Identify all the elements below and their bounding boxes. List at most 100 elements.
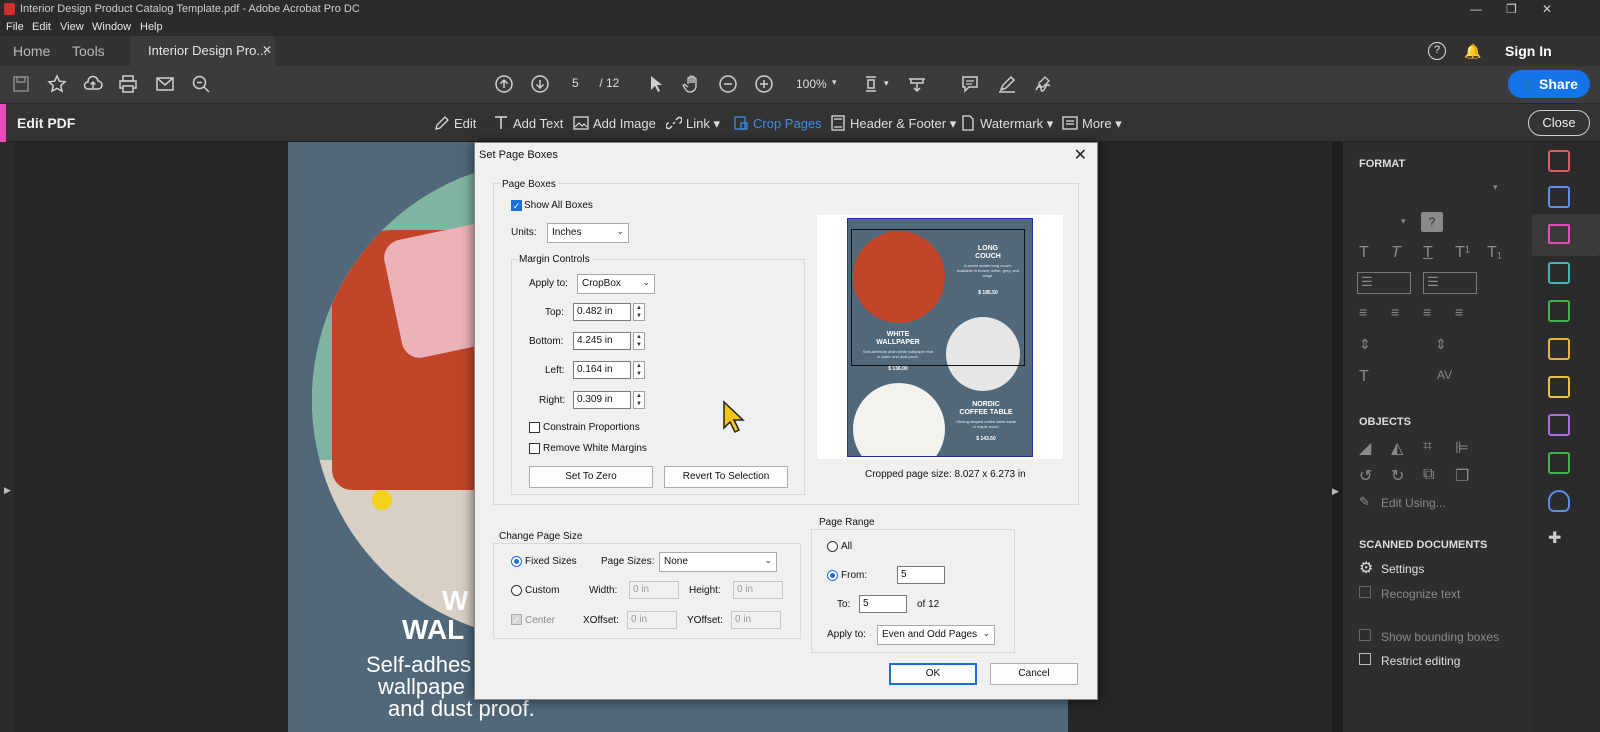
menu-file[interactable]: File [6, 21, 24, 33]
combine-files-icon[interactable] [1548, 186, 1570, 208]
star-icon[interactable] [46, 74, 68, 96]
restore-icon[interactable]: ❐ [1506, 2, 1517, 16]
select-arrow-icon[interactable] [645, 74, 667, 96]
create-pdf-icon[interactable] [1548, 150, 1570, 172]
remove-white-margins-label: Remove White Margins [543, 443, 647, 454]
fixed-sizes-radio[interactable] [511, 556, 522, 567]
more-button[interactable]: More ▾ [1062, 115, 1122, 132]
page-view-icon[interactable] [862, 74, 884, 96]
page-view-chevron-icon[interactable]: ▾ [884, 78, 889, 89]
add-text-button[interactable]: Add Text [493, 115, 563, 131]
page-sizes-select[interactable]: None ⌄ [659, 552, 777, 572]
left-margin-stepper[interactable]: ▲ ▼ [633, 361, 645, 379]
ok-button[interactable]: OK [889, 663, 977, 685]
xoffset-input[interactable]: 0 in [627, 611, 677, 629]
tab-document[interactable]: Interior Design Pro... ✕ [130, 36, 275, 66]
menu-help[interactable]: Help [140, 21, 163, 33]
close-window-icon[interactable]: ✕ [1542, 2, 1552, 16]
remove-white-margins-checkbox[interactable] [529, 443, 540, 454]
show-all-boxes-checkbox[interactable]: ✓ [511, 200, 522, 211]
chevron-down-icon[interactable]: ▾ [832, 77, 837, 88]
export-pdf-icon[interactable] [1548, 262, 1570, 284]
revert-to-selection-button[interactable]: Revert To Selection [664, 466, 788, 488]
zoom-level-dropdown[interactable]: 100% [796, 77, 827, 91]
constrain-proportions-checkbox[interactable] [529, 422, 540, 433]
top-margin-stepper[interactable]: ▲ ▼ [633, 303, 645, 321]
edit-pdf-tool-active[interactable] [1532, 214, 1600, 256]
left-panel-collapsed[interactable]: ▶ [0, 142, 14, 732]
width-input[interactable]: 0 in [629, 581, 679, 599]
range-apply-to-select[interactable]: Even and Odd Pages ⌄ [877, 625, 995, 645]
email-icon[interactable] [154, 74, 176, 96]
units-select[interactable]: Inches ⌄ [547, 223, 629, 243]
restrict-editing-checkbox[interactable] [1359, 653, 1371, 665]
font-dropdown-chevron-icon[interactable]: ▾ [1493, 182, 1498, 193]
tab-home[interactable]: Home [13, 43, 50, 59]
organize-pages-icon[interactable] [1548, 300, 1570, 322]
expand-left-icon[interactable]: ▶ [4, 485, 11, 496]
hand-tool-icon[interactable] [681, 74, 703, 96]
comment-tool-icon[interactable] [1548, 376, 1570, 398]
bottom-margin-input[interactable]: 4.245 in [573, 332, 631, 350]
more-tools-wrench-icon[interactable]: ✚ [1548, 528, 1570, 550]
add-image-button[interactable]: Add Image [573, 115, 656, 131]
close-edit-button[interactable]: Close [1528, 110, 1590, 136]
to-page-input[interactable]: 5 [859, 595, 907, 613]
collapse-right-panel-icon[interactable]: ▶ [1332, 486, 1339, 497]
left-margin-input[interactable]: 0.164 in [573, 361, 631, 379]
from-pages-radio[interactable] [827, 570, 838, 581]
edit-pdf-icon [1548, 224, 1570, 244]
page-current-input[interactable]: 5 [572, 76, 584, 90]
right-margin-stepper[interactable]: ▲ ▼ [633, 391, 645, 409]
zoom-out-icon[interactable] [717, 74, 739, 96]
scan-ocr-icon[interactable] [1548, 452, 1570, 474]
yoffset-input[interactable]: 0 in [731, 611, 781, 629]
sign-icon[interactable] [1032, 74, 1054, 96]
document-scrollbar[interactable] [1332, 142, 1342, 732]
menu-window[interactable]: Window [92, 21, 131, 33]
protect-shield-icon[interactable] [1548, 490, 1570, 512]
next-page-icon[interactable] [529, 74, 551, 96]
from-page-input[interactable]: 5 [897, 566, 945, 584]
bottom-margin-stepper[interactable]: ▲ ▼ [633, 332, 645, 350]
top-margin-input[interactable]: 0.482 in [573, 303, 631, 321]
link-button[interactable]: Link ▾ [666, 115, 720, 132]
previous-page-icon[interactable] [493, 74, 515, 96]
cancel-button[interactable]: Cancel [990, 663, 1078, 685]
font-size-chevron-icon[interactable]: ▾ [1401, 216, 1406, 227]
crop-pages-button[interactable]: Crop Pages [733, 115, 822, 131]
notification-bell-icon[interactable]: 🔔 [1464, 43, 1481, 60]
request-signature-icon[interactable] [1548, 338, 1570, 360]
show-bounding-boxes-checkbox[interactable] [1359, 629, 1371, 641]
print-icon[interactable] [117, 74, 139, 96]
share-button[interactable]: 👤 Share [1508, 70, 1590, 98]
search-zoom-icon[interactable] [190, 74, 212, 96]
close-tab-icon[interactable]: ✕ [262, 43, 272, 57]
comment-icon[interactable] [959, 74, 981, 96]
set-to-zero-button[interactable]: Set To Zero [529, 466, 653, 488]
edit-text-button[interactable]: Edit [434, 115, 476, 131]
menu-edit[interactable]: Edit [32, 21, 51, 33]
scroll-mode-icon[interactable] [906, 74, 928, 96]
save-icon[interactable] [10, 74, 32, 96]
right-margin-input[interactable]: 0.309 in [573, 391, 631, 409]
fill-sign-icon[interactable] [1548, 414, 1570, 436]
minimize-icon[interactable]: — [1470, 2, 1482, 16]
sign-in-link[interactable]: Sign In [1505, 43, 1552, 59]
menu-view[interactable]: View [60, 21, 84, 33]
apply-to-select[interactable]: CropBox ⌄ [577, 274, 655, 294]
upload-cloud-icon[interactable] [82, 74, 104, 96]
watermark-button[interactable]: Watermark ▾ [960, 115, 1053, 132]
help-icon[interactable]: ? [1428, 42, 1446, 60]
all-pages-radio[interactable] [827, 541, 838, 552]
zoom-in-icon[interactable] [753, 74, 775, 96]
settings-gear-icon[interactable]: ⚙ [1359, 558, 1373, 578]
dialog-close-icon[interactable]: ✕ [1074, 145, 1087, 165]
header-footer-button[interactable]: Header & Footer ▾ [830, 115, 956, 132]
custom-size-radio[interactable] [511, 585, 522, 596]
height-input[interactable]: 0 in [733, 581, 783, 599]
tab-tools[interactable]: Tools [72, 43, 105, 59]
preview-item3-title: NORDIC COFFEE TABLE [959, 401, 1013, 416]
highlight-pen-icon[interactable] [996, 74, 1018, 96]
settings-link[interactable]: Settings [1381, 562, 1424, 576]
